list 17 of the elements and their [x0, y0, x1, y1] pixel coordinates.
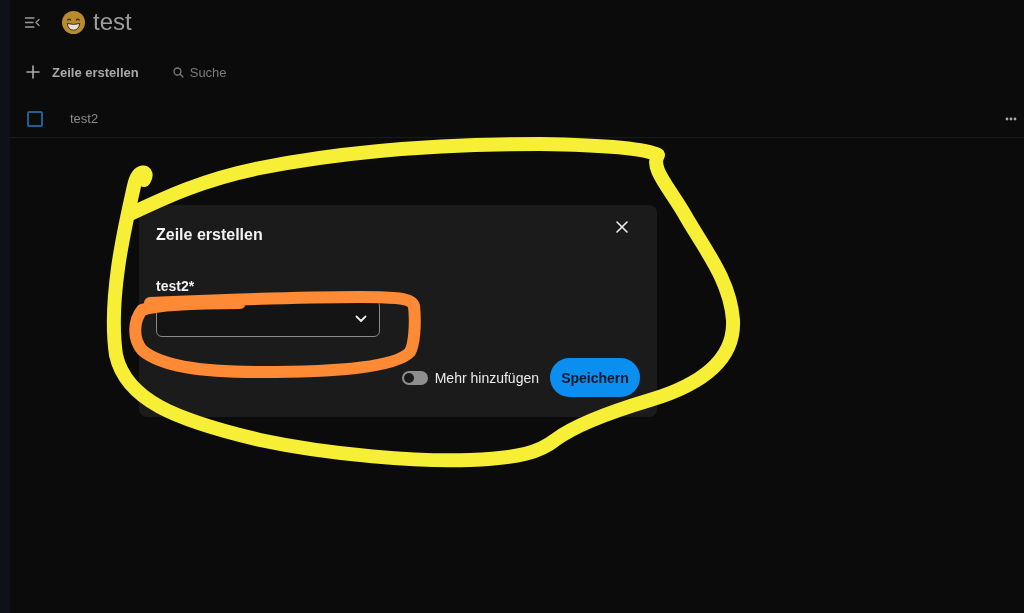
toggle-label: Mehr hinzufügen [434, 369, 539, 386]
dialog-title: Zeile erstellen [156, 225, 263, 245]
row-checkbox[interactable] [27, 110, 43, 127]
menu-collapse-icon[interactable] [25, 16, 40, 28]
plus-icon [26, 65, 40, 79]
save-button[interactable]: Speichern [550, 358, 640, 397]
toggle-switch[interactable] [401, 370, 428, 385]
search-field[interactable]: Suche [187, 63, 282, 81]
grinning-emoji-icon [62, 10, 85, 34]
search-icon [172, 66, 184, 78]
close-icon[interactable] [616, 221, 628, 233]
more-options-icon[interactable] [1005, 116, 1017, 121]
page-title: test [93, 8, 132, 36]
chevron-down-icon [355, 314, 367, 323]
create-row-button[interactable]: Zeile erstellen [26, 64, 139, 80]
field-label: test2* [156, 278, 195, 294]
table-cell-text: test2 [70, 111, 100, 126]
